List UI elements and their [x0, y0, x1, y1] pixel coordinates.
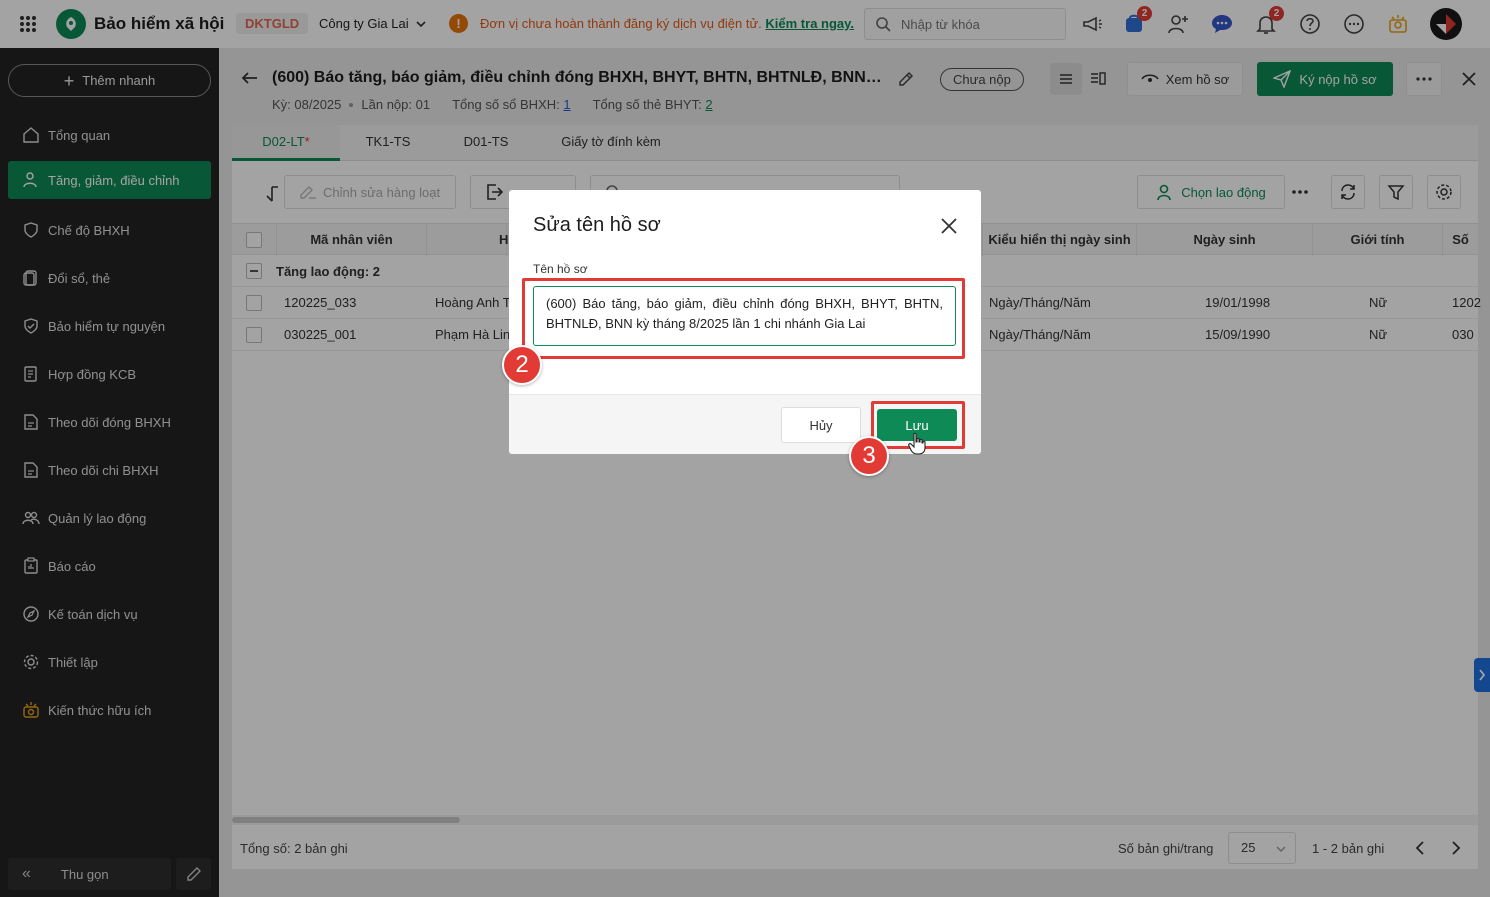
- close-icon[interactable]: [939, 216, 959, 236]
- field-label: Tên hồ sơ: [533, 262, 588, 276]
- step-marker-2: 2: [502, 345, 542, 385]
- hand-cursor-icon: [908, 432, 926, 455]
- cancel-button[interactable]: Hủy: [781, 407, 861, 443]
- dialog-title: Sửa tên hồ sơ: [533, 214, 661, 236]
- step-marker-3: 3: [849, 436, 889, 476]
- highlight-box-input: [522, 278, 965, 359]
